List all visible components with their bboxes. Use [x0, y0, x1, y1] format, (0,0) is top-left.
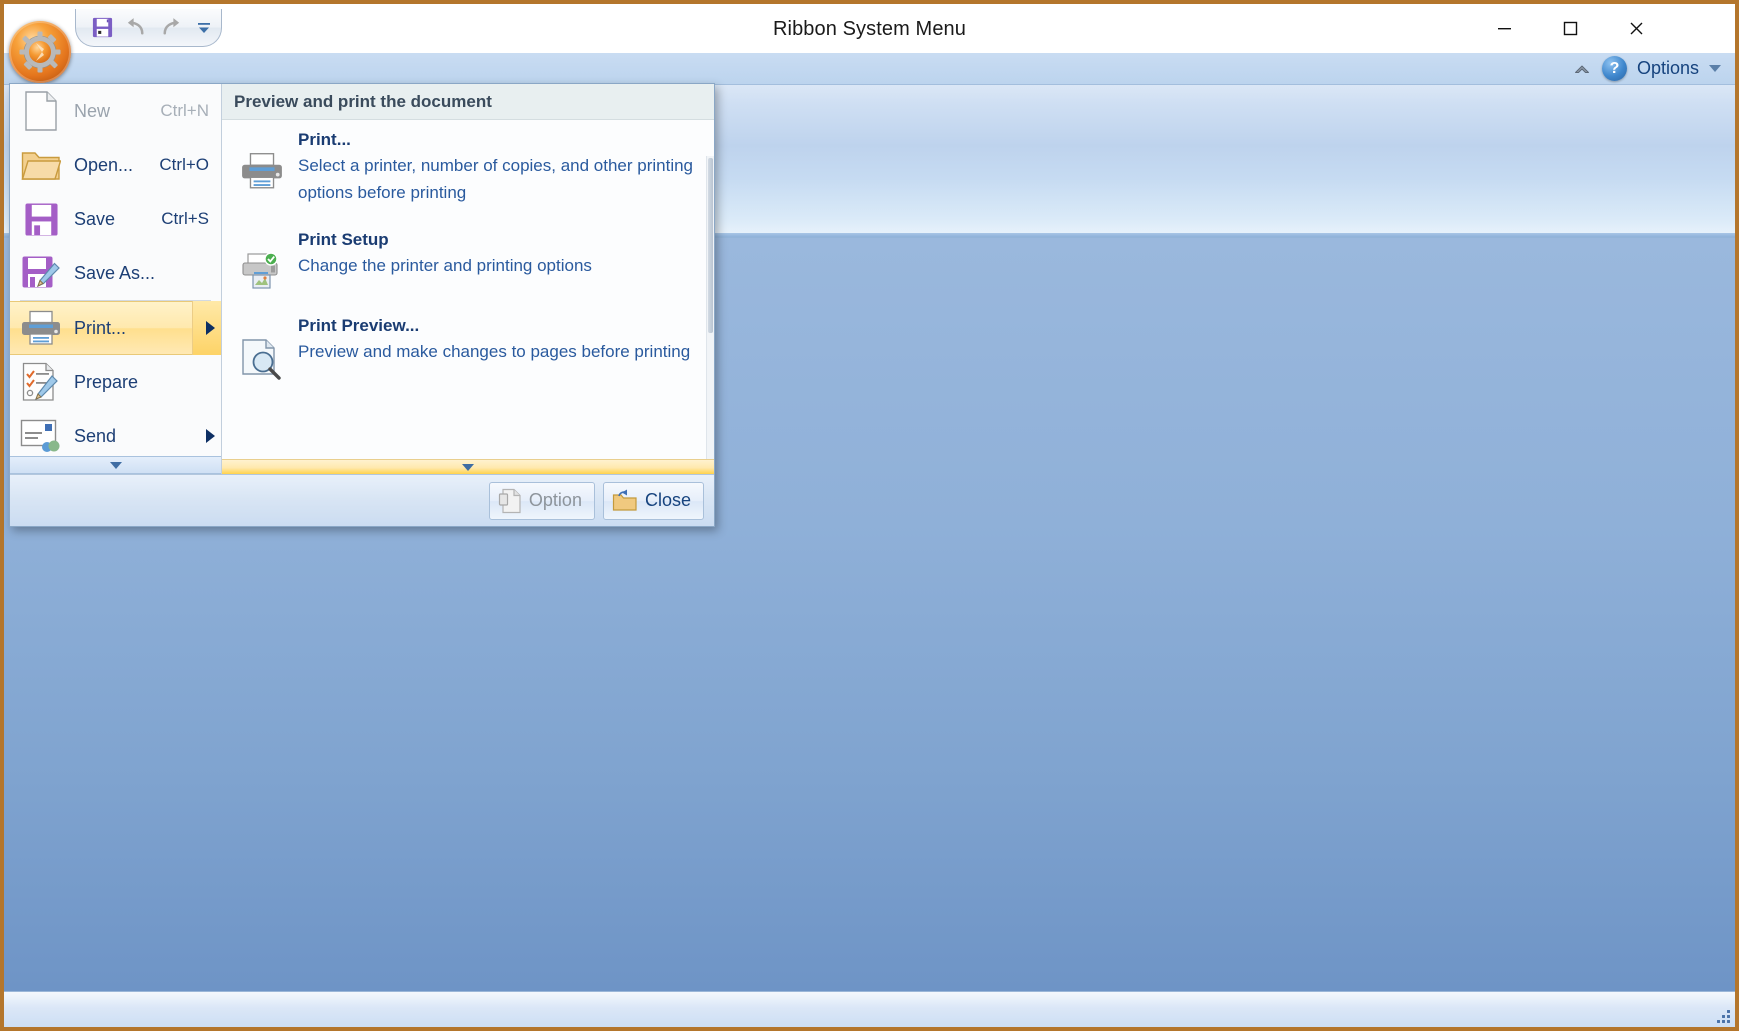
- qat-customize-button[interactable]: [190, 14, 218, 42]
- system-menu-popup: New Ctrl+N Open... Ctrl+O Save Ctrl+S Sa…: [9, 83, 715, 527]
- menu-item-label: Open...: [74, 154, 134, 175]
- right-item-text: Print... Select a printer, number of cop…: [286, 130, 698, 206]
- ribbon-tab-strip: ? Options: [4, 53, 1735, 85]
- left-scroll-down-button[interactable]: [10, 456, 221, 474]
- system-menu-body: New Ctrl+N Open... Ctrl+O Save Ctrl+S Sa…: [10, 84, 714, 474]
- scrollbar-thumb[interactable]: [708, 158, 713, 333]
- quick-access-toolbar: [75, 9, 222, 47]
- help-icon: ?: [1609, 59, 1620, 77]
- system-menu-left-column: New Ctrl+N Open... Ctrl+O Save Ctrl+S Sa…: [10, 84, 222, 474]
- send-icon: [18, 415, 64, 457]
- option-button[interactable]: Option: [488, 481, 595, 520]
- menu-item-label: Send: [74, 425, 117, 446]
- prepare-document-icon: [18, 361, 64, 403]
- title-bar: Ribbon System Menu: [4, 4, 1735, 53]
- resize-grip-icon[interactable]: [1716, 1009, 1730, 1023]
- right-panel-list: Print... Select a printer, number of cop…: [222, 120, 714, 474]
- exit-folder-icon: [612, 489, 637, 511]
- menu-item-accelerator: Ctrl+O: [159, 155, 209, 174]
- status-bar: [4, 991, 1735, 1027]
- right-item-description: Preview and make changes to pages before…: [298, 342, 691, 362]
- redo-icon: [162, 18, 179, 35]
- minimize-button[interactable]: [1471, 4, 1537, 53]
- menu-item-accelerator: Ctrl+S: [161, 209, 209, 228]
- menu-item-label: Prepare: [74, 371, 139, 392]
- printer-setup-icon: [238, 230, 286, 292]
- save-as-icon: [18, 252, 64, 294]
- ribbon-right-controls: ? Options: [1572, 56, 1721, 81]
- menu-item-open[interactable]: Open... Ctrl+O: [10, 138, 221, 192]
- print-preview-icon: [238, 316, 286, 380]
- save-floppy-icon: [18, 198, 64, 240]
- close-button[interactable]: [1603, 4, 1669, 53]
- right-item-title: Print Setup: [298, 230, 389, 250]
- right-item-text: Print Preview... Preview and make change…: [286, 316, 690, 380]
- qat-save-button[interactable]: [88, 14, 116, 42]
- menu-item-label: Print...: [74, 317, 127, 338]
- menu-item-send[interactable]: Send: [10, 409, 221, 463]
- right-item-text: Print Setup Change the printer and print…: [286, 230, 592, 292]
- menu-item-accelerator: Ctrl+N: [160, 101, 209, 120]
- right-item-print[interactable]: Print... Select a printer, number of cop…: [222, 126, 714, 210]
- system-menu-right-column: Preview and print the document Print... …: [222, 84, 714, 474]
- qat-undo-button[interactable]: [122, 14, 150, 42]
- options-document-icon: [498, 488, 521, 513]
- submenu-arrow-icon: [206, 429, 215, 443]
- minimize-icon: [1497, 28, 1511, 30]
- printer-icon: [18, 307, 64, 349]
- system-menu-footer: Option Close: [10, 474, 714, 526]
- right-scroll-down-button[interactable]: [222, 459, 714, 474]
- help-button[interactable]: ?: [1601, 56, 1627, 81]
- right-item-description: Change the printer and printing options: [298, 256, 592, 276]
- chevron-up-icon: [1575, 65, 1589, 73]
- options-dropdown-icon[interactable]: [1709, 65, 1721, 72]
- option-button-label: Option: [528, 490, 582, 510]
- chevron-down-icon: [462, 463, 474, 471]
- close-button[interactable]: Close: [602, 481, 704, 520]
- qat-redo-button[interactable]: [156, 14, 184, 42]
- office-orb-button[interactable]: [9, 21, 71, 83]
- options-label[interactable]: Options: [1637, 58, 1699, 79]
- new-document-icon: [18, 90, 64, 132]
- undo-icon: [127, 18, 144, 35]
- maximize-icon: [1563, 21, 1577, 36]
- gear-icon: [19, 31, 61, 73]
- menu-item-prepare[interactable]: Prepare: [10, 355, 221, 409]
- right-item-title: Print...: [298, 130, 351, 149]
- close-button-label: Close: [644, 490, 691, 510]
- close-icon: [1630, 22, 1642, 35]
- menu-item-print[interactable]: Print...: [10, 301, 221, 355]
- maximize-button[interactable]: [1537, 4, 1603, 53]
- menu-item-save-as[interactable]: Save As...: [10, 246, 221, 300]
- menu-item-save[interactable]: Save Ctrl+S: [10, 192, 221, 246]
- menu-item-label: Save: [74, 208, 116, 229]
- submenu-arrow-icon: [206, 321, 215, 335]
- save-icon: [92, 17, 112, 38]
- right-item-title: Print Preview...: [298, 316, 420, 336]
- application-window: Ribbon System Menu ? Options New Ctrl+N …: [0, 0, 1739, 1031]
- menu-item-label: New: [74, 100, 111, 121]
- right-panel-scrollbar[interactable]: [706, 156, 714, 474]
- customize-qat-icon: [198, 22, 210, 33]
- right-item-print-setup[interactable]: Print Setup Change the printer and print…: [222, 226, 714, 296]
- menu-item-label: Save As...: [74, 262, 156, 283]
- chevron-down-icon: [109, 461, 122, 469]
- right-item-print-preview[interactable]: Print Preview... Preview and make change…: [222, 312, 714, 384]
- right-panel-header: Preview and print the document: [222, 84, 714, 120]
- menu-item-new[interactable]: New Ctrl+N: [10, 84, 221, 138]
- ribbon-minimize-button[interactable]: [1572, 61, 1592, 77]
- right-item-description: Select a printer, number of copies, and …: [298, 156, 694, 202]
- printer-icon: [238, 130, 286, 190]
- open-folder-icon: [18, 144, 64, 186]
